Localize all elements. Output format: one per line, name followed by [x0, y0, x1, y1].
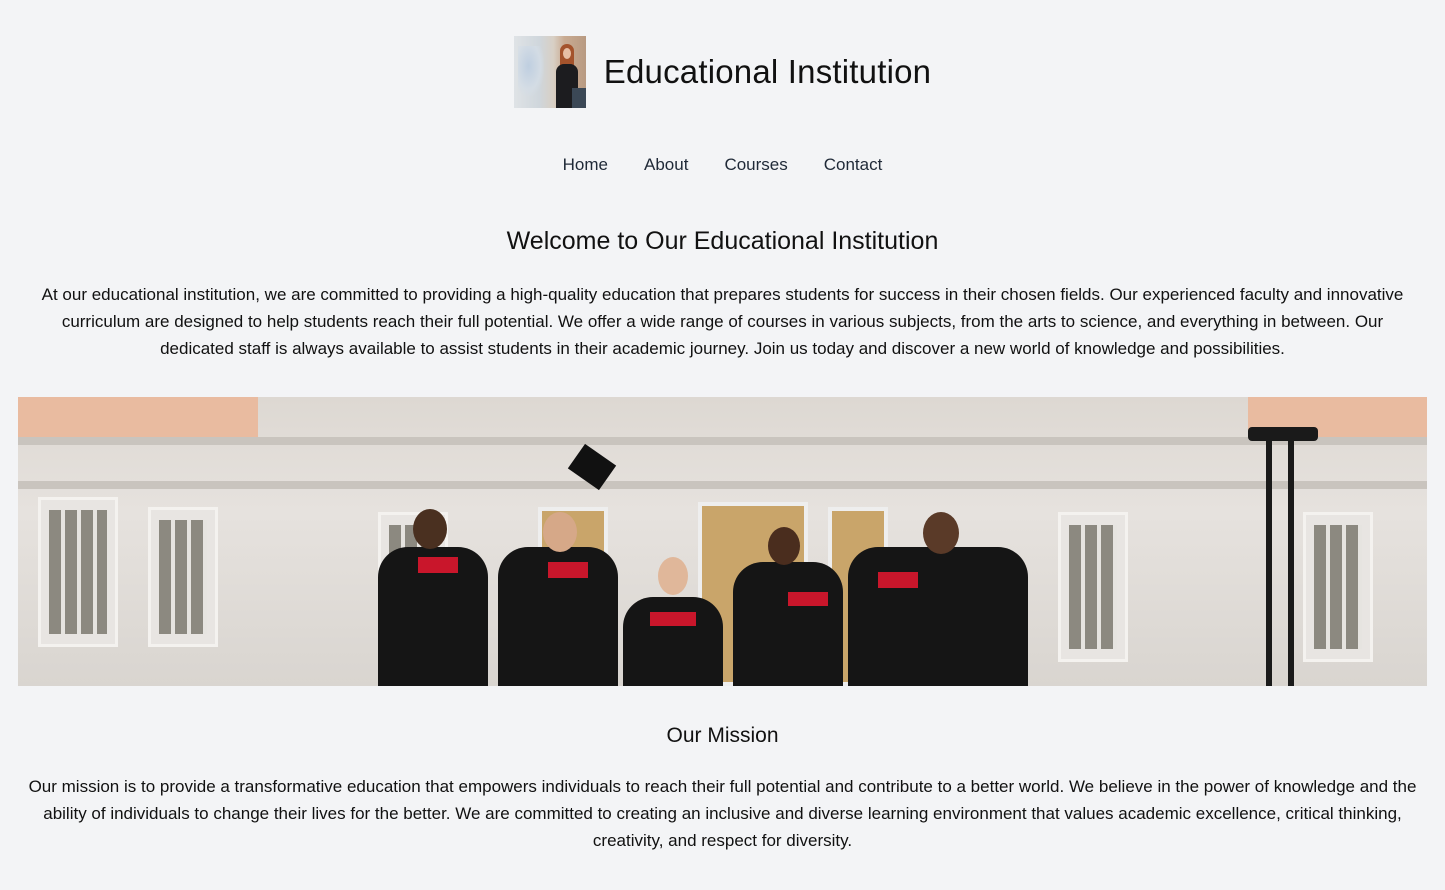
hero-graduate-head [923, 512, 959, 554]
site-header: Educational Institution [0, 36, 1445, 108]
logo-figure-face [562, 48, 571, 59]
hero-ledge [18, 437, 1427, 445]
hero-window [38, 497, 118, 647]
mission-heading: Our Mission [666, 724, 779, 747]
hero-graduate-sash [548, 562, 588, 578]
hero-lamp-post [1266, 437, 1272, 686]
hero-graduate-sash [650, 612, 696, 626]
hero-graduate [848, 547, 1028, 686]
hero-ledge [18, 481, 1427, 489]
nav-link-about[interactable]: About [644, 155, 688, 175]
hero-graduate-head [658, 557, 688, 595]
hero-lamp-post [1288, 437, 1294, 686]
hero-graduate [733, 562, 843, 686]
logo-chair [571, 88, 586, 108]
hero-graduate-sash [878, 572, 918, 588]
main-nav: Home About Courses Contact [0, 155, 1445, 175]
hero-lamp-head [1248, 427, 1318, 441]
hero-window [1058, 512, 1128, 662]
hero-window [1303, 512, 1373, 662]
hero-window [148, 507, 218, 647]
hero-graduate-sash [418, 557, 458, 573]
logo-image[interactable] [513, 36, 586, 108]
hero-graduate-head [413, 509, 447, 549]
welcome-paragraph: At our educational institution, we are c… [41, 285, 1404, 358]
nav-link-contact[interactable]: Contact [824, 155, 883, 175]
hero-graduate-sash [788, 592, 828, 606]
site-title: Educational Institution [603, 53, 932, 90]
hero-graduate [623, 597, 723, 686]
hero-image [18, 397, 1427, 686]
mission-paragraph: Our mission is to provide a transformati… [28, 777, 1417, 850]
logo-whiteboard [517, 46, 544, 96]
hero-graduate-head [768, 527, 800, 565]
nav-link-home[interactable]: Home [563, 155, 608, 175]
welcome-heading: Welcome to Our Educational Institution [506, 227, 939, 255]
hero-graduate-head [543, 512, 577, 552]
hero-facade-band [18, 397, 258, 437]
nav-link-courses[interactable]: Courses [724, 155, 787, 175]
